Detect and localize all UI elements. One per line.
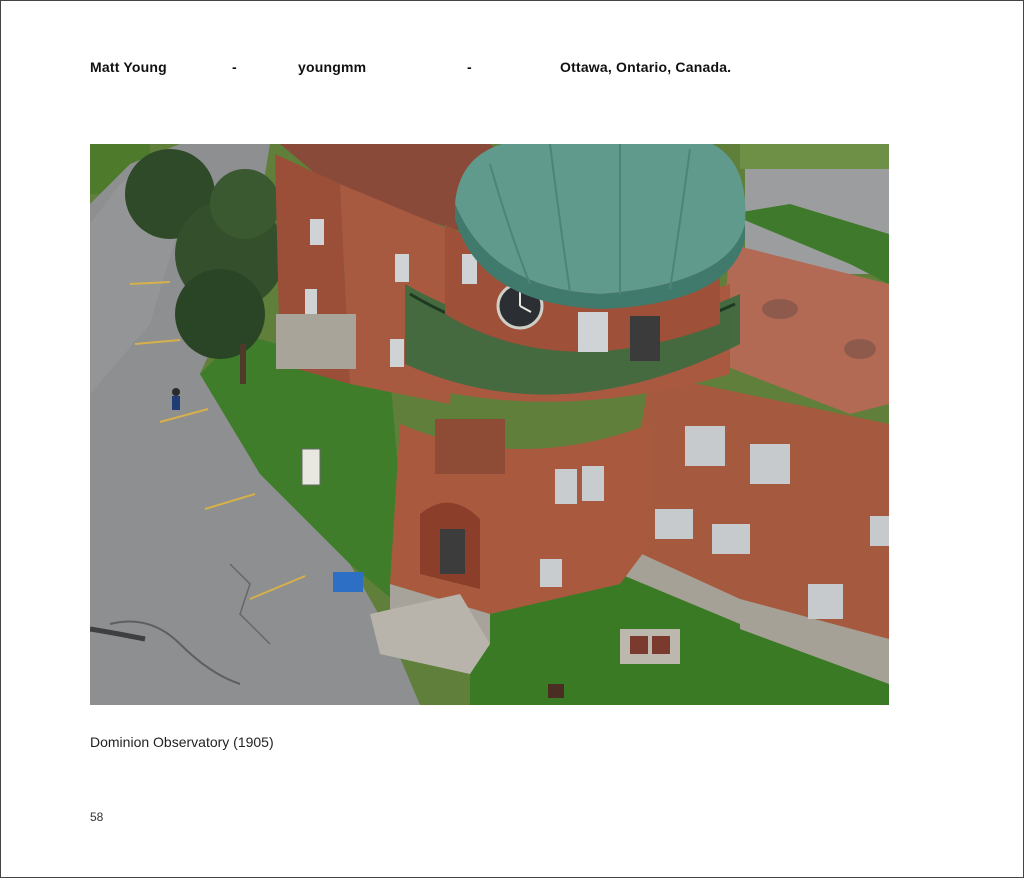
observatory-aerial-illustration — [90, 144, 889, 705]
header-separator: - — [232, 59, 237, 75]
document-page: Matt Young - youngmm - Ottawa, Ontario, … — [0, 0, 1024, 878]
photo-caption: Dominion Observatory (1905) — [90, 734, 274, 750]
header-separator: - — [467, 59, 472, 75]
author-location: Ottawa, Ontario, Canada. — [560, 59, 732, 75]
author-username: youngmm — [298, 59, 367, 75]
page-number: 58 — [90, 810, 104, 824]
observatory-photo — [90, 144, 889, 705]
author-name: Matt Young — [90, 59, 167, 75]
